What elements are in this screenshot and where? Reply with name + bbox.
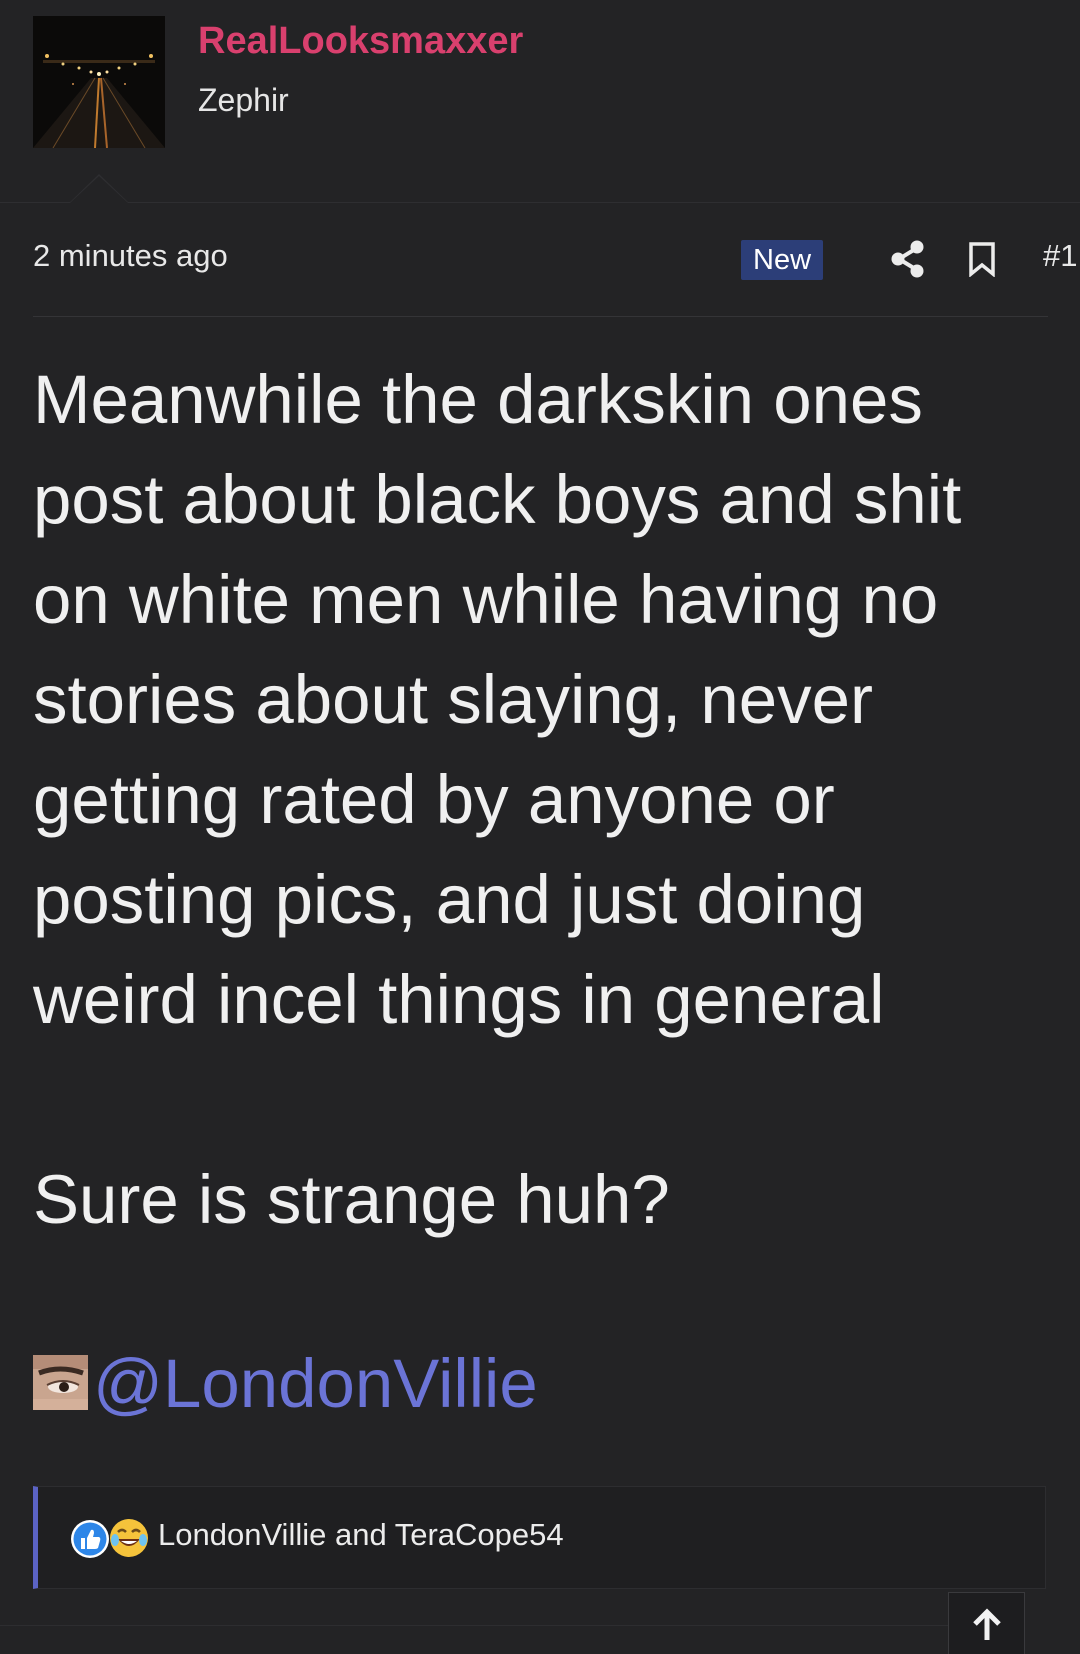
post-body: Meanwhile the darkskin ones post about b… (33, 350, 1043, 1250)
mention-link[interactable]: @LondonVillie (93, 1344, 538, 1423)
meta-divider (33, 316, 1048, 317)
new-badge: New (741, 240, 824, 280)
author-title: Zephir (198, 82, 289, 118)
like-icon (70, 1519, 110, 1559)
bookmark-icon[interactable] (967, 241, 997, 278)
scroll-top-button[interactable] (948, 1592, 1025, 1654)
laugh-icon (108, 1517, 150, 1559)
post-meta-row: 2 minutes ago New #1 (33, 230, 1077, 286)
post-timestamp[interactable]: 2 minutes ago (33, 238, 228, 274)
post-user-header: RealLooksmaxxer Zephir (0, 0, 1080, 203)
arrow-up-icon (973, 1608, 1001, 1640)
author-username[interactable]: RealLooksmaxxer (198, 20, 523, 63)
post-paragraph: Sure is strange huh? (33, 1161, 670, 1238)
mention-avatar (33, 1355, 88, 1410)
footer-divider (0, 1625, 948, 1626)
user-arrow-inner (70, 176, 128, 203)
share-icon[interactable] (891, 240, 925, 278)
reaction-users[interactable]: LondonVillie and TeraCope54 (158, 1517, 564, 1553)
author-avatar[interactable] (33, 16, 165, 148)
post-paragraph: Meanwhile the darkskin ones post about b… (33, 361, 962, 1038)
reactions-bar[interactable]: LondonVillie and TeraCope54 (33, 1486, 1046, 1589)
post-number[interactable]: #1 (1043, 238, 1077, 274)
